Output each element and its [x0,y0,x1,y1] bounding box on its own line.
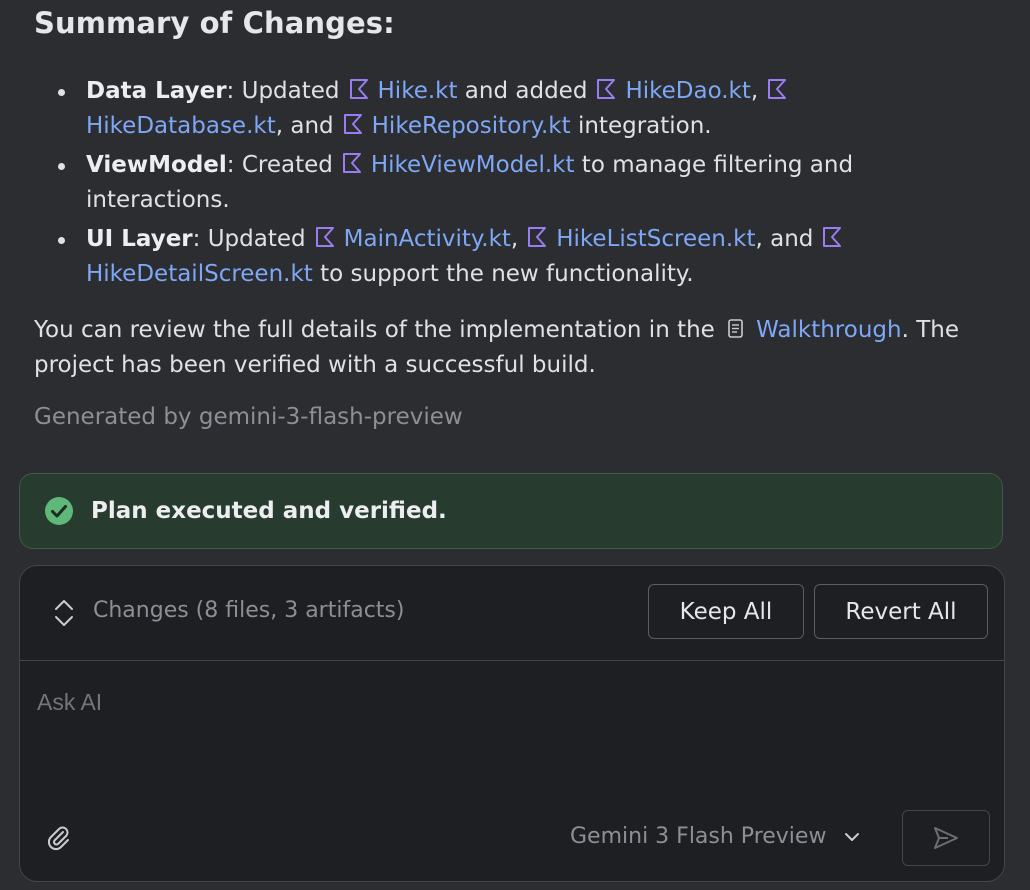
summary-item-text: , and [275,113,334,139]
summary-title: Summary of Changes: [34,6,395,40]
kotlin-file-icon [823,227,842,247]
walkthrough-link[interactable]: Walkthrough [756,317,901,343]
file-link[interactable]: HikeListScreen.kt [556,226,755,252]
file-link[interactable]: HikeRepository.kt [372,113,571,139]
file-link[interactable]: HikeDatabase.kt [86,113,276,139]
summary-item: Data Layer: Updated Hike.kt and added Hike… [58,74,978,144]
send-button[interactable] [902,810,990,866]
ask-ai-input[interactable] [35,688,979,717]
chat-input-panel: Changes (8 files, 3 artifacts) Keep All … [19,565,1005,882]
status-banner: Plan executed and verified. [19,473,1003,549]
kotlin-file-icon [315,227,334,247]
summary-list: Data Layer: Updated Hike.kt and added Hike… [58,74,978,296]
chevron-down-icon [845,832,860,841]
keep-all-button[interactable]: Keep All [648,584,804,639]
file-link[interactable]: MainActivity.kt [344,226,511,252]
summary-item: ViewModel: Created HikeViewModel.kt to ma… [58,148,978,218]
summary-item-text: , and [755,226,814,252]
kotlin-file-icon [528,227,547,247]
paperclip-icon[interactable] [46,824,72,852]
file-link[interactable]: Hike.kt [378,78,458,104]
generated-by-label: Generated by gemini-3-flash-preview [34,404,463,430]
summary-item-term: UI Layer [86,226,193,252]
summary-item-text: , [510,226,519,252]
document-icon [728,319,743,338]
changes-bar: Changes (8 files, 3 artifacts) Keep All … [20,566,1004,661]
summary-item-text: to support the new functionality. [312,261,694,287]
summary-item-term: ViewModel [86,152,227,178]
check-circle-icon [45,497,73,525]
summary-item-text: : Updated [192,226,306,252]
paragraph-text: You can review the full details of the i… [34,317,715,343]
summary-paragraph: You can review the full details of the i… [34,313,1014,383]
kotlin-file-icon [349,79,368,99]
revert-all-button[interactable]: Revert All [814,584,988,639]
summary-item-text: and added [457,78,588,104]
model-name: Gemini 3 Flash Preview [570,824,827,849]
file-link[interactable]: HikeViewModel.kt [371,152,575,178]
model-selector[interactable]: Gemini 3 Flash Preview [570,824,860,849]
file-link[interactable]: HikeDetailScreen.kt [86,261,313,287]
chat-response-panel: Summary of Changes: Data Layer: Updated H… [0,0,1030,890]
changes-summary[interactable]: Changes (8 files, 3 artifacts) [93,598,404,623]
file-link[interactable]: HikeDao.kt [625,78,750,104]
kotlin-file-icon [342,153,361,173]
kotlin-file-icon [768,79,787,99]
summary-item-term: Data Layer [86,78,227,104]
summary-item-text: integration. [570,113,712,139]
summary-item-text: : Created [226,152,333,178]
summary-item-text: , [750,78,759,104]
summary-item-text: : Updated [226,78,340,104]
expand-collapse-icon[interactable] [53,598,75,628]
summary-item: UI Layer: Updated MainActivity.kt, HikeLis… [58,222,978,292]
send-icon [934,827,958,849]
kotlin-file-icon [597,79,616,99]
kotlin-file-icon [343,114,362,134]
status-text: Plan executed and verified. [91,498,447,524]
